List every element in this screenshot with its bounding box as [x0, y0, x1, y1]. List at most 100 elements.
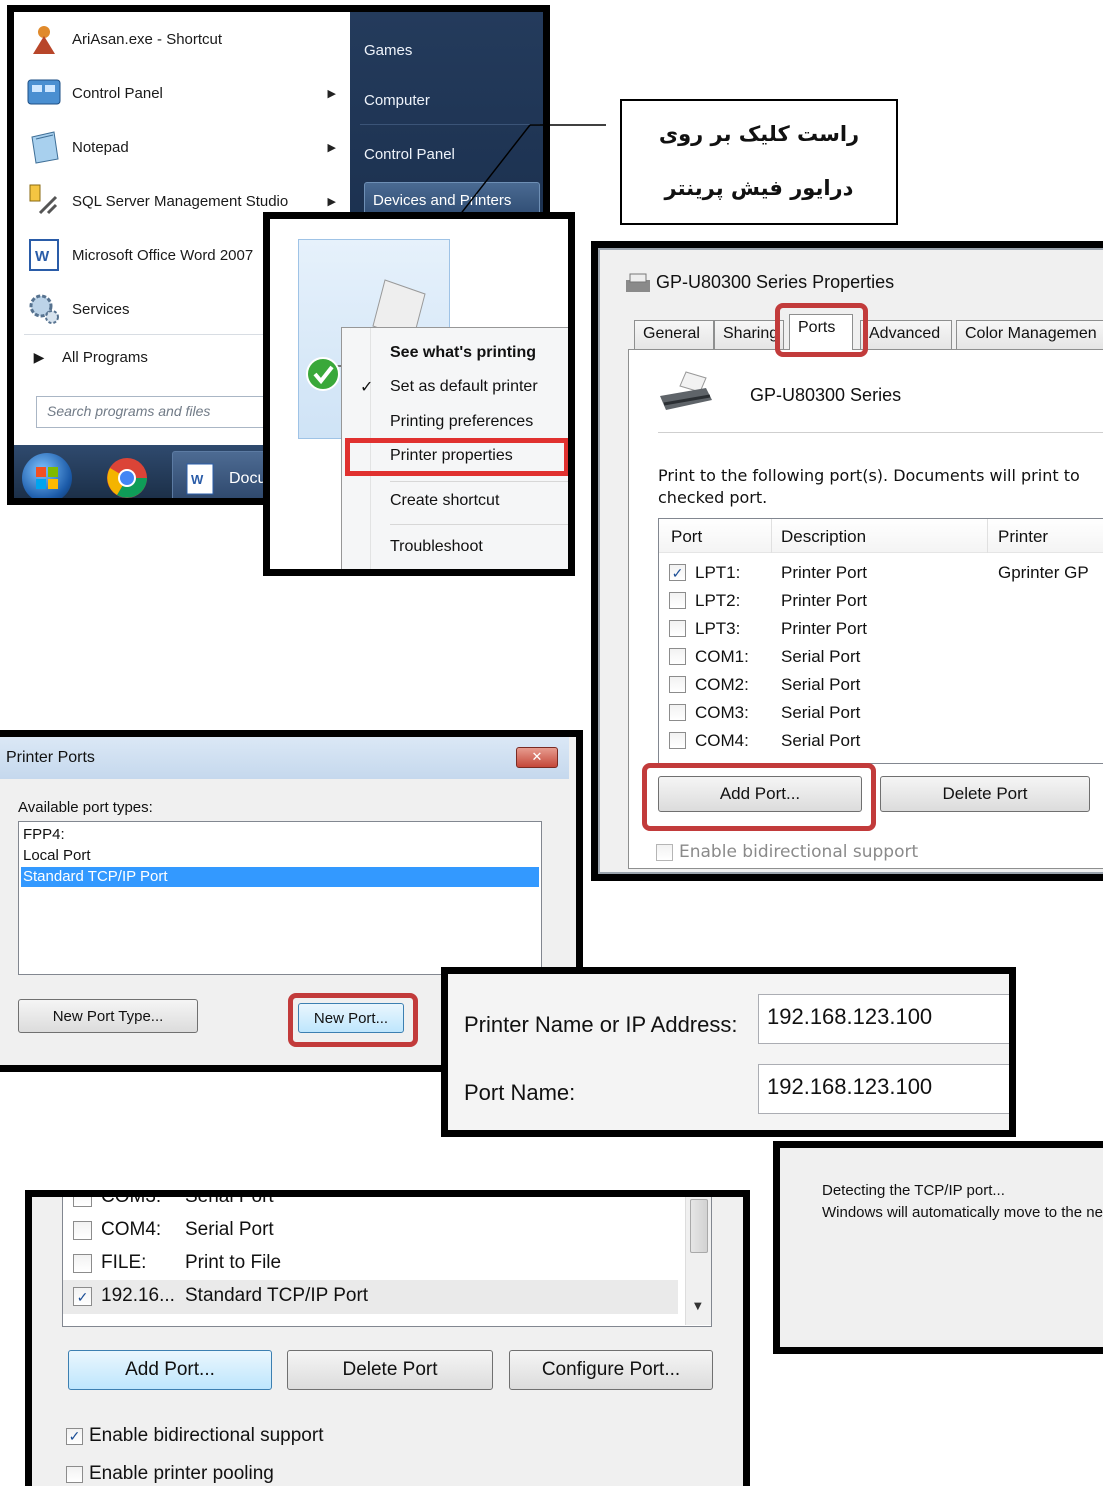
- svg-text:W: W: [191, 472, 204, 487]
- port-type-item-selected[interactable]: Standard TCP/IP Port: [23, 868, 168, 885]
- scroll-down-icon[interactable]: ▼: [694, 1301, 702, 1312]
- port-checkbox[interactable]: ✓: [669, 564, 686, 581]
- port-row[interactable]: COM3: Serial Port: [63, 1190, 678, 1214]
- menu-see-whats-printing[interactable]: See what's printing: [390, 344, 536, 362]
- printer-context-menu-panel: See what's printing ✓ Set as default pri…: [263, 212, 575, 576]
- port-row[interactable]: LPT2: Printer Port: [659, 587, 1103, 615]
- port-checkbox[interactable]: [669, 732, 686, 749]
- printer-name: GP-U80300 Series: [750, 385, 902, 405]
- port-types-label: Available port types:: [18, 799, 153, 816]
- scrollbar-thumb[interactable]: [690, 1199, 708, 1253]
- configure-port-button[interactable]: Configure Port...: [509, 1350, 713, 1390]
- pooling-option[interactable]: Enable printer pooling: [66, 1463, 274, 1485]
- delete-port-button[interactable]: Delete Port: [880, 776, 1090, 812]
- port-name: COM4:: [101, 1219, 162, 1240]
- pooling-label: Enable printer pooling: [89, 1463, 274, 1484]
- bidirectional-option[interactable]: Enable bidirectional support: [656, 842, 918, 862]
- port-description: Printer Port: [781, 619, 867, 638]
- port-checkbox[interactable]: [669, 676, 686, 693]
- menu-set-default-printer[interactable]: Set as default printer: [390, 378, 538, 396]
- detecting-line-2: Windows will automatically move to the n…: [822, 1204, 1103, 1221]
- port-name: COM3:: [101, 1190, 162, 1207]
- port-type-item[interactable]: Local Port: [23, 847, 91, 864]
- column-header-description[interactable]: Description: [781, 527, 866, 547]
- tab-general[interactable]: General: [634, 320, 714, 350]
- port-checkbox[interactable]: [669, 648, 686, 665]
- tab-advanced[interactable]: Advanced: [860, 320, 952, 350]
- port-printer: Gprinter GP: [998, 563, 1089, 582]
- printer-name-input[interactable]: 192.168.123.100: [758, 994, 1009, 1044]
- ports-list-header: Port Description Printer: [659, 519, 1103, 553]
- port-row[interactable]: COM2: Serial Port: [659, 671, 1103, 699]
- bidirectional-checkbox[interactable]: ✓: [66, 1427, 83, 1445]
- bidirectional-label: Enable bidirectional support: [89, 1425, 324, 1446]
- printer-icon: [660, 371, 712, 410]
- start-orb-icon[interactable]: [22, 453, 72, 498]
- ports-list[interactable]: COM3: Serial Port COM4: Serial Port FILE: Pri…: [62, 1197, 712, 1327]
- port-description: Serial Port: [185, 1219, 274, 1240]
- tab-color-management[interactable]: Color Managemen: [956, 320, 1103, 350]
- dialog-title: GP-U80300 Series Properties: [656, 272, 895, 292]
- port-row[interactable]: COM4: Serial Port: [659, 727, 1103, 755]
- port-checkbox[interactable]: [73, 1254, 92, 1273]
- port-name: 192.16...: [101, 1285, 175, 1306]
- port-types-list[interactable]: FPP4: Local Port Standard TCP/IP Port: [18, 821, 542, 975]
- port-description: Standard TCP/IP Port: [185, 1285, 369, 1306]
- column-header-port[interactable]: Port: [671, 527, 702, 547]
- port-type-item[interactable]: FPP4:: [23, 826, 65, 843]
- menu-troubleshoot[interactable]: Troubleshoot: [390, 538, 483, 556]
- port-row[interactable]: LPT3: Printer Port: [659, 615, 1103, 643]
- port-name: LPT1:: [695, 563, 741, 582]
- close-icon[interactable]: ✕: [516, 747, 558, 768]
- port-checkbox[interactable]: [669, 620, 686, 637]
- scrollbar[interactable]: ▼: [685, 1197, 711, 1325]
- column-header-printer[interactable]: Printer: [998, 527, 1048, 547]
- ports-instruction-line-2: checked port.: [658, 488, 768, 507]
- port-row[interactable]: ✓ 192.16... Standard TCP/IP Port: [63, 1280, 678, 1313]
- pooling-checkbox[interactable]: [66, 1465, 83, 1483]
- new-port-type-button[interactable]: New Port Type...: [18, 999, 198, 1033]
- chrome-icon[interactable]: [102, 453, 152, 498]
- ports-tab-highlight: [775, 303, 868, 357]
- printer-small-icon: [626, 273, 650, 292]
- taskbar-doc-label: Docu: [229, 470, 267, 487]
- port-name-input[interactable]: 192.168.123.100: [758, 1064, 1009, 1114]
- detecting-line-1: Detecting the TCP/IP port...: [822, 1182, 1005, 1199]
- port-description: Print to File: [185, 1252, 282, 1273]
- callout-line-1: راست کلیک بر روی: [658, 122, 860, 146]
- port-row[interactable]: COM4: Serial Port: [63, 1214, 678, 1247]
- port-checkbox[interactable]: [669, 592, 686, 609]
- port-name: LPT3:: [695, 619, 741, 638]
- port-row[interactable]: COM3: Serial Port: [659, 699, 1103, 727]
- menu-printing-preferences[interactable]: Printing preferences: [390, 413, 533, 431]
- tab-sharing[interactable]: Sharing: [714, 320, 784, 350]
- port-name: LPT2:: [695, 591, 741, 610]
- port-checkbox[interactable]: ✓: [73, 1287, 92, 1306]
- menu-printer-properties[interactable]: Printer properties: [390, 447, 513, 465]
- port-description: Serial Port: [781, 647, 861, 666]
- port-checkbox[interactable]: [669, 704, 686, 721]
- search-input[interactable]: Search programs and files: [36, 396, 276, 428]
- delete-port-button[interactable]: Delete Port: [287, 1350, 493, 1390]
- bidirectional-option[interactable]: ✓ Enable bidirectional support: [66, 1425, 324, 1447]
- port-checkbox[interactable]: [73, 1197, 92, 1207]
- detecting-port-panel: Detecting the TCP/IP port... Windows wil…: [773, 1141, 1103, 1354]
- port-row[interactable]: COM1: Serial Port: [659, 643, 1103, 671]
- port-row[interactable]: ✓ LPT1: Printer Port Gprinter GP: [659, 559, 1103, 587]
- divider: [390, 524, 568, 525]
- add-port-button[interactable]: Add Port...: [68, 1350, 272, 1390]
- ports-list[interactable]: Port Description Printer ✓ LPT1: Printer P…: [658, 518, 1103, 764]
- bidirectional-checkbox[interactable]: [656, 843, 673, 861]
- port-description: Serial Port: [781, 731, 861, 750]
- menu-create-shortcut[interactable]: Create shortcut: [390, 492, 499, 510]
- port-row[interactable]: FILE: Print to File: [63, 1247, 678, 1280]
- callout-line-2: درایور فیش پرینتر: [664, 176, 854, 200]
- bidirectional-label: Enable bidirectional support: [679, 842, 919, 862]
- new-port-highlight: [288, 993, 418, 1047]
- printer-name-label: Printer Name or IP Address:: [464, 1012, 738, 1037]
- port-name: COM4:: [695, 731, 749, 750]
- add-port-highlight: [642, 763, 876, 831]
- port-description: Printer Port: [781, 591, 867, 610]
- instruction-callout: راست کلیک بر روی درایور فیش پرینتر: [620, 99, 898, 225]
- port-checkbox[interactable]: [73, 1221, 92, 1240]
